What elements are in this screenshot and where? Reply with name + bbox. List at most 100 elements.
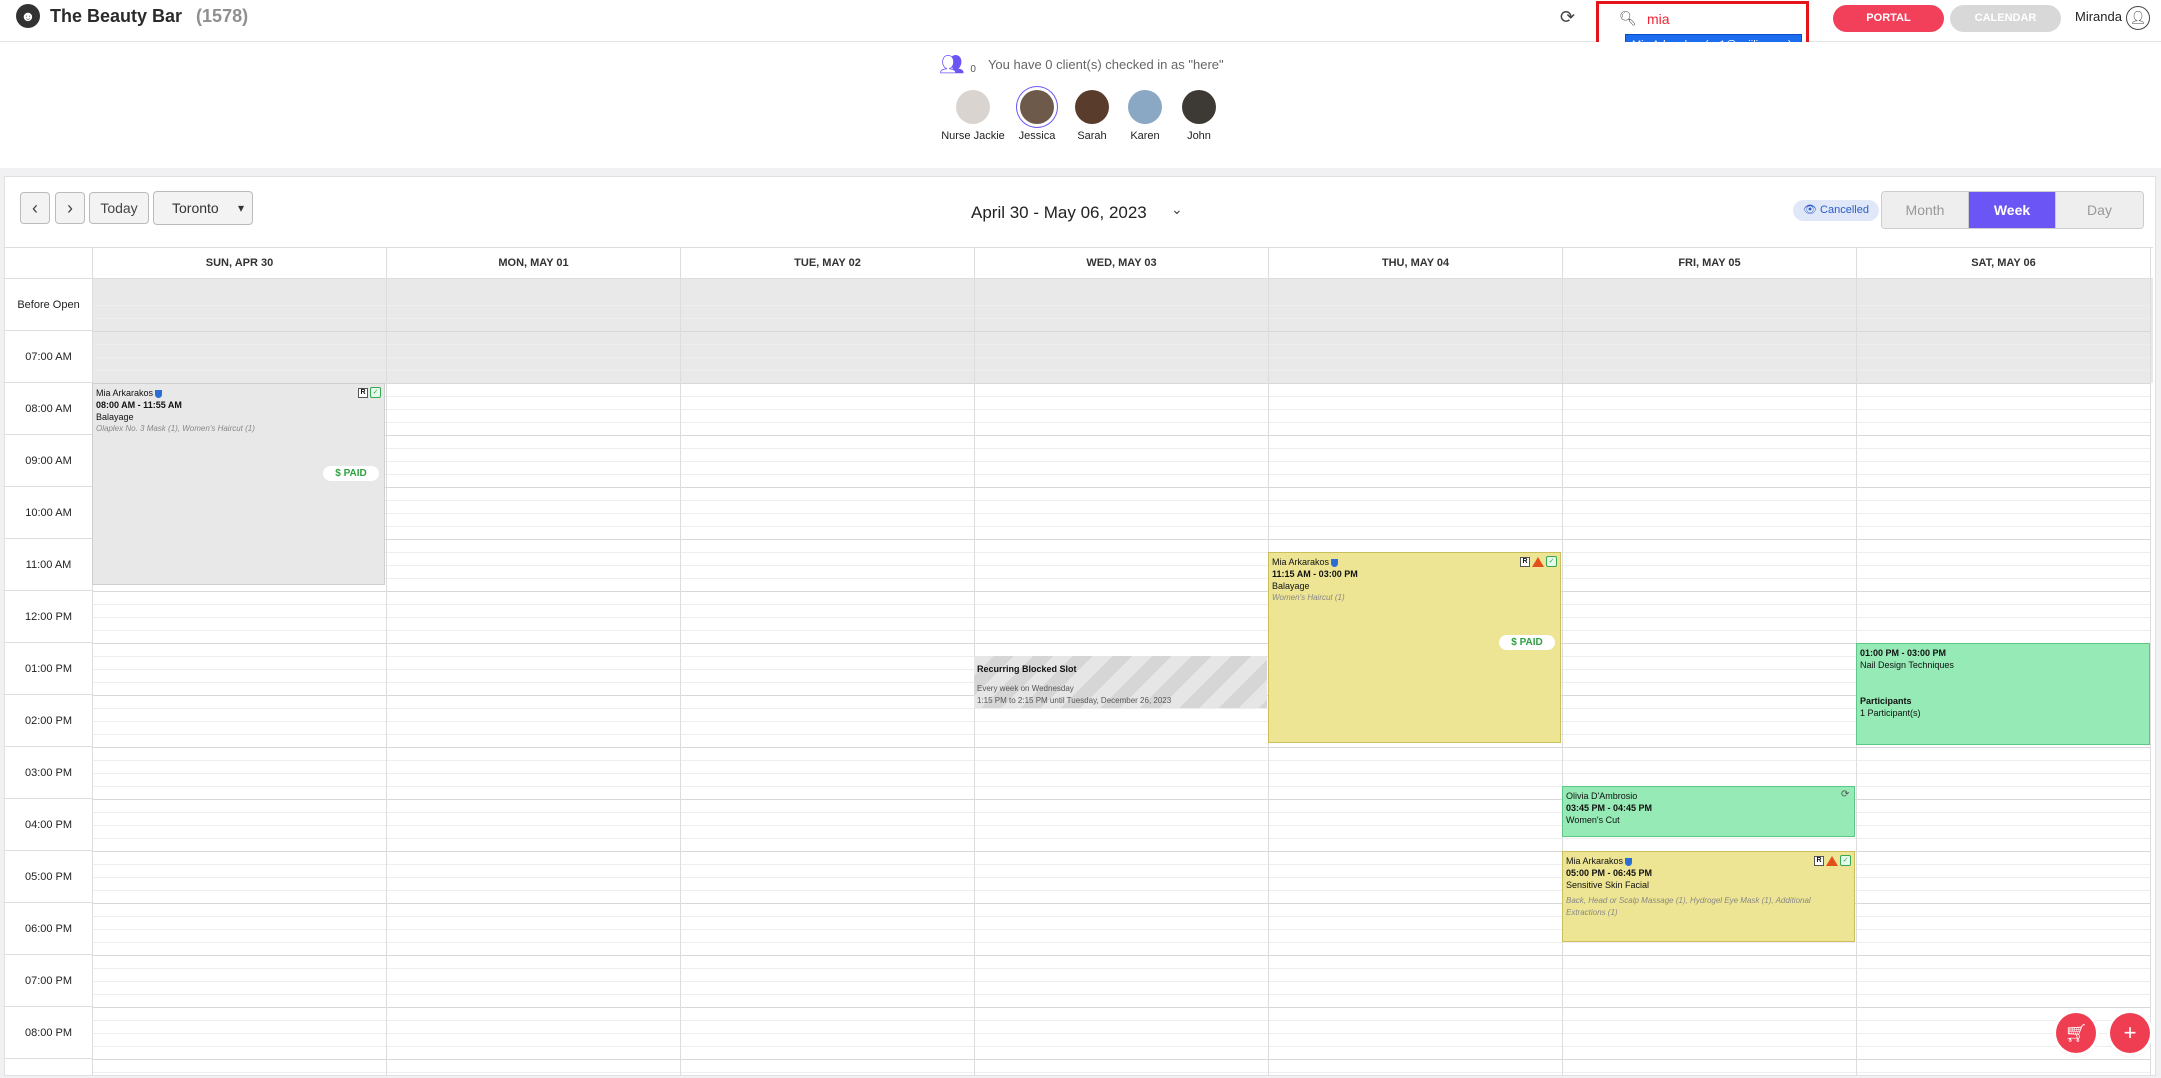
grid-row-line [92,994,2150,995]
today-button[interactable]: Today [89,192,149,224]
blocked-title: Recurring Blocked Slot [977,664,1077,674]
paid-badge: $ PAID [1499,635,1555,650]
top-bar: ☻ The Beauty Bar (1578) ⟳ 🔍︎ Mia Arkarak… [0,0,2161,58]
portal-button[interactable]: PORTAL [1833,5,1944,32]
day-header-wed: WED, MAY 03 [974,248,1268,279]
grid-row-line [92,435,2150,436]
time-label: 07:00 AM [5,331,92,383]
staff-label: Nurse Jackie [941,130,1005,142]
next-button[interactable]: › [55,192,85,224]
calendar-button[interactable]: CALENDAR [1950,5,2061,32]
staff-karen[interactable]: Karen [1118,90,1172,142]
grid-row-line [92,1072,2150,1073]
event-icons: R ✓ [1814,855,1851,866]
class-name: Nail Design Techniques [1860,660,1954,670]
day-header-sat: SAT, MAY 06 [1856,248,2150,279]
addons: Women's Haircut (1) [1272,593,1345,602]
avatar [956,90,990,124]
add-fab-button[interactable]: + [2110,1013,2150,1053]
appointment-fri-olivia[interactable]: Olivia D'Ambrosio 03:45 PM - 04:45 PM Wo… [1562,786,1855,837]
cart-fab-button[interactable]: 🛒︎ [2056,1013,2096,1053]
appointment-sun-mia[interactable]: Mia Arkarakos 08:00 AM - 11:55 AM Balaya… [92,383,385,585]
grid-row-line [92,708,2150,709]
grid-row-line [92,396,2150,397]
search-input[interactable] [1647,10,1797,28]
grid-row-line [92,981,2150,982]
time-label: 09:00 AM [5,435,92,487]
timezone-select[interactable]: Toronto ▾ [153,191,253,225]
service-name: Balayage [1272,581,1310,591]
timezone-value: Toronto [172,200,219,216]
avatar [1182,90,1216,124]
grid-row-line [92,474,2150,475]
package-icon: ✓ [1546,556,1557,567]
time-label: 11:00 AM [5,539,92,591]
staff-label: Sarah [1077,130,1107,142]
grid-row-line [92,1020,2150,1021]
staff-john[interactable]: John [1172,90,1226,142]
day-divider [386,247,387,1075]
day-header-mon: MON, MAY 01 [386,248,680,279]
people-icon: 👥︎ [939,54,965,76]
time-label: 01:00 PM [5,643,92,695]
time-label: 12:00 PM [5,591,92,643]
warning-icon [1826,855,1838,866]
day-divider [1562,247,1563,1075]
avatar [1020,90,1054,124]
time-label: 07:00 PM [5,955,92,1007]
grid-row-line [92,448,2150,449]
time-label: 02:00 PM [5,695,92,747]
chevron-down-icon: ▾ [237,201,244,215]
appointment-fri-mia[interactable]: Mia Arkarakos 05:00 PM - 06:45 PM Sensit… [1562,851,1855,942]
view-month-button[interactable]: Month [1882,192,1969,228]
service-name: Sensitive Skin Facial [1566,880,1650,890]
client-name: Olivia D'Ambrosio [1566,791,1638,801]
grid-row-line [92,487,2150,488]
brand[interactable]: ☻ The Beauty Bar (1578) [16,4,248,28]
recurring-badge: R [358,387,368,398]
view-week-button[interactable]: Week [1969,192,2056,228]
prev-button[interactable]: ‹ [20,192,50,224]
brand-count: (1578) [196,5,249,26]
grid-row-line [92,552,2150,553]
checkin-count: 0 [970,64,976,75]
shield-icon [1331,558,1339,567]
grid-row-line [92,305,2150,306]
user-name[interactable]: Miranda [2075,9,2122,24]
staff-label: Jessica [1018,130,1056,142]
grid-row-line [92,422,2150,423]
grid-row-line [92,591,2150,592]
appointment-time: 08:00 AM - 11:55 AM [96,400,182,410]
participants-count: 1 Participant(s) [1860,708,1921,718]
event-icons: ⟳ [1841,790,1851,800]
grid-row-line [92,760,2150,761]
staff-sarah[interactable]: Sarah [1066,90,1118,142]
package-icon: ✓ [370,387,381,398]
staff-list: Nurse Jackie Jessica Sarah Karen John [938,90,1226,142]
view-day-button[interactable]: Day [2056,192,2143,228]
service-name: Balayage [96,412,134,422]
checkin-text: You have 0 client(s) checked in as "here… [987,57,1224,72]
appointment-thu-mia[interactable]: Mia Arkarakos 11:15 AM - 03:00 PM Balaya… [1268,552,1561,743]
grid-row-line [92,643,2150,644]
shield-icon [1625,857,1633,866]
blocked-slot-wed[interactable]: Recurring Blocked Slot Every week on Wed… [974,656,1267,708]
chevron-down-icon[interactable]: ⌄ [1171,201,1183,218]
sync-icon[interactable]: ⟳ [1560,7,1575,28]
staff-jessica[interactable]: Jessica [1008,90,1066,142]
eye-icon: 👁︎ [1803,204,1821,216]
appointment-time: 11:15 AM - 03:00 PM [1272,569,1358,579]
grid-row-line [92,968,2150,969]
grid-row-line [92,357,2150,358]
grid-row-line [92,721,2150,722]
class-time: 01:00 PM - 03:00 PM [1860,648,1947,658]
cancelled-toggle[interactable]: 👁︎ Cancelled [1793,200,1879,221]
user-avatar-icon[interactable]: 👤︎ [2126,6,2150,30]
blocked-line1: Every week on Wednesday [977,684,1074,693]
brand-name: The Beauty Bar [50,5,183,26]
package-icon: ✓ [1840,855,1851,866]
time-label: 10:00 AM [5,487,92,539]
warning-icon [1532,556,1544,567]
staff-nurse-jackie[interactable]: Nurse Jackie [938,90,1008,142]
class-sat-nail-design[interactable]: 01:00 PM - 03:00 PM Nail Design Techniqu… [1856,643,2150,745]
